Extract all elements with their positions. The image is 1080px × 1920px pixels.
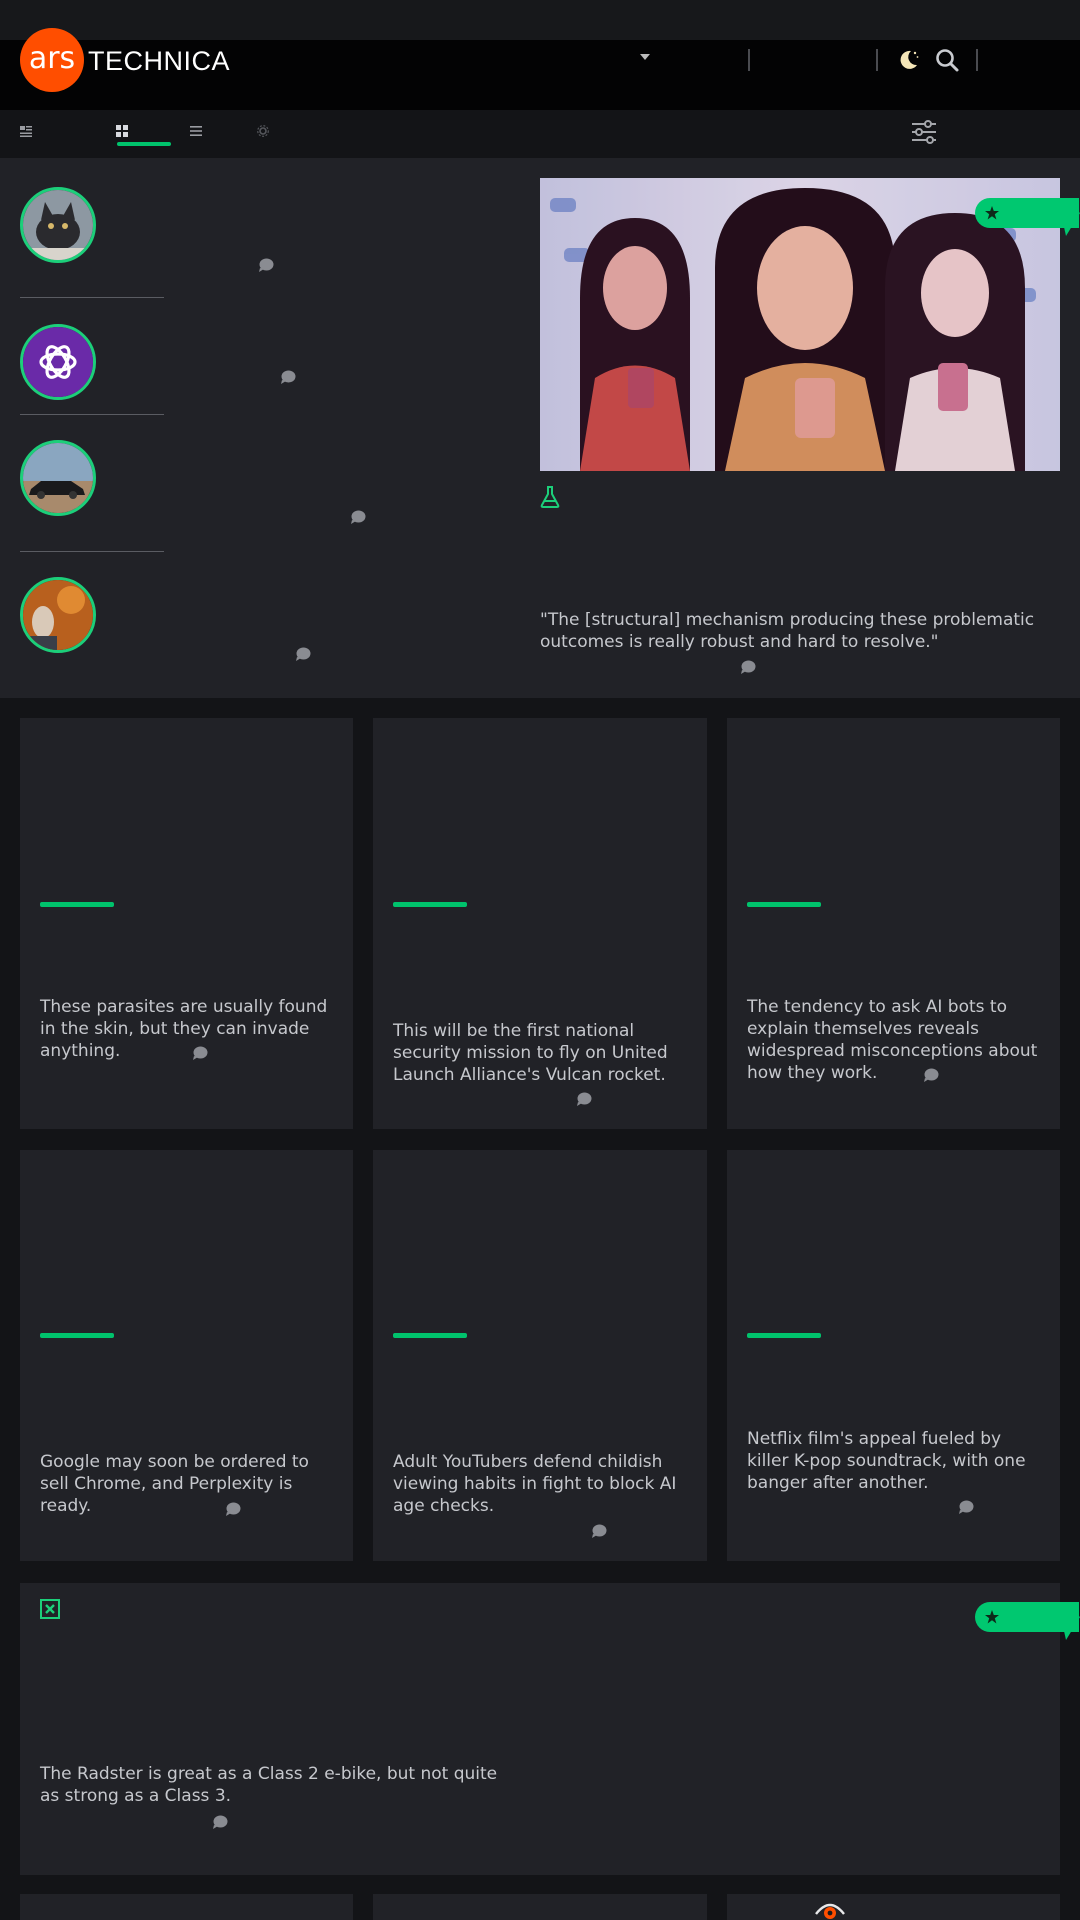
card-accent-bar: [393, 1333, 467, 1338]
science-flask-icon: [540, 486, 560, 508]
comment-bubble-icon[interactable]: [225, 1502, 241, 1516]
wide-article-card[interactable]: The Radster is great as a Class 2 e-bike…: [20, 1583, 1060, 1875]
card-teaser[interactable]: This will be the first national security…: [393, 1020, 693, 1086]
article-card[interactable]: [20, 1894, 353, 1920]
card-accent-bar: [40, 902, 114, 907]
card-accent-bar: [40, 1333, 114, 1338]
comment-bubble-icon[interactable]: [258, 258, 274, 272]
comment-bubble-icon[interactable]: [740, 660, 756, 674]
logo-technica-text[interactable]: TECHNICA: [88, 44, 230, 78]
card-teaser[interactable]: The Radster is great as a Class 2 e-bike…: [40, 1763, 520, 1807]
article-card[interactable]: [373, 1894, 707, 1920]
article-card[interactable]: Netflix film's appeal fueled by killer K…: [727, 1150, 1060, 1561]
article-card[interactable]: These parasites are usually found in the…: [20, 718, 353, 1129]
view-list-icon[interactable]: [190, 125, 202, 137]
eye-icon: [815, 1903, 845, 1919]
view-grid-icon[interactable]: [116, 125, 128, 137]
openai-logo-avatar[interactable]: [20, 324, 96, 400]
comment-bubble-icon[interactable]: [192, 1046, 208, 1060]
logo-ars-text: ars: [28, 41, 76, 76]
ribbon-tail: [1062, 1602, 1080, 1640]
search-icon[interactable]: [934, 47, 960, 73]
comment-bubble-icon[interactable]: [591, 1524, 607, 1538]
article-card[interactable]: Google may soon be ordered to sell Chrom…: [20, 1150, 353, 1561]
card-accent-bar: [747, 1333, 821, 1338]
article-card[interactable]: This will be the first national security…: [373, 718, 707, 1129]
comment-bubble-icon[interactable]: [923, 1068, 939, 1082]
star-icon: [985, 206, 999, 220]
card-teaser[interactable]: The tendency to ask AI bots to explain t…: [747, 996, 1047, 1084]
article-card[interactable]: The tendency to ask AI bots to explain t…: [727, 718, 1060, 1129]
nav-divider: [976, 49, 978, 71]
comment-bubble-icon[interactable]: [958, 1500, 974, 1514]
card-accent-bar: [393, 902, 467, 907]
card-teaser[interactable]: Google may soon be ordered to sell Chrom…: [40, 1451, 340, 1517]
card-teaser[interactable]: Adult YouTubers defend childish viewing …: [393, 1451, 693, 1517]
person-avatar[interactable]: [20, 577, 96, 653]
comment-bubble-icon[interactable]: [295, 647, 311, 661]
card-teaser[interactable]: Netflix film's appeal fueled by killer K…: [747, 1428, 1047, 1494]
hero-quote[interactable]: "The [structural] mechanism producing th…: [540, 609, 1060, 653]
cat-avatar[interactable]: [20, 187, 96, 263]
filter-sliders-icon[interactable]: [910, 119, 938, 145]
divider: [20, 414, 164, 415]
bike-category-icon: [40, 1599, 60, 1619]
divider: [20, 551, 164, 552]
star-icon: [985, 1610, 999, 1624]
divider: [20, 297, 164, 298]
dropdown-caret-icon[interactable]: [640, 54, 650, 60]
active-view-indicator: [117, 142, 171, 146]
comment-bubble-icon[interactable]: [280, 370, 296, 384]
view-classic-icon[interactable]: [20, 125, 32, 137]
comment-bubble-icon[interactable]: [212, 1815, 228, 1829]
nav-divider: [876, 49, 878, 71]
view-settings-icon[interactable]: [257, 125, 269, 137]
top-strip: [0, 0, 1080, 40]
car-avatar[interactable]: [20, 440, 96, 516]
article-card[interactable]: Adult YouTubers defend childish viewing …: [373, 1150, 707, 1561]
comment-bubble-icon[interactable]: [576, 1092, 592, 1106]
card-teaser[interactable]: These parasites are usually found in the…: [40, 996, 340, 1062]
moon-icon[interactable]: [896, 48, 920, 72]
nav-divider: [748, 49, 750, 71]
ribbon-tail: [1062, 198, 1080, 236]
article-card[interactable]: [727, 1894, 1060, 1920]
card-accent-bar: [747, 902, 821, 907]
comment-bubble-icon[interactable]: [350, 510, 366, 524]
